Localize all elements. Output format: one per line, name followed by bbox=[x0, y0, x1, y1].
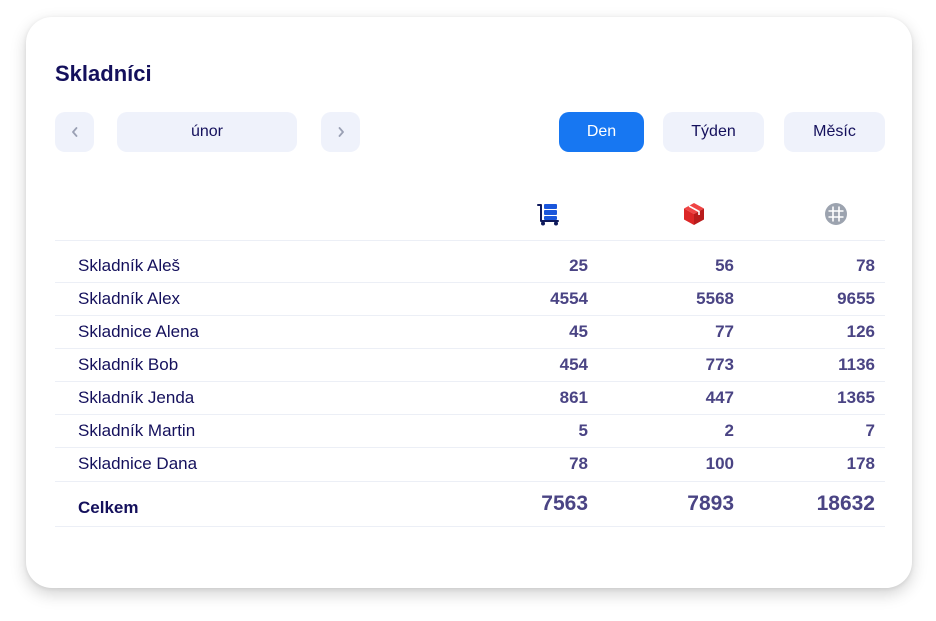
total-row: Celkem 7563 7893 18632 bbox=[55, 483, 885, 527]
value-col1: 454 bbox=[559, 355, 588, 374]
value-col1: 4554 bbox=[550, 289, 588, 308]
value-col2: 56 bbox=[715, 256, 734, 275]
value-col3: 126 bbox=[846, 322, 875, 341]
value-col2: 773 bbox=[705, 355, 734, 374]
period-week-button[interactable]: Týden bbox=[663, 112, 764, 152]
warehouse-workers-card: Skladníci únor Den Týden Měsíc Skladník … bbox=[26, 17, 912, 588]
total-label: Celkem bbox=[78, 498, 139, 517]
value-col2: 447 bbox=[705, 388, 734, 407]
value-col3: 7 bbox=[865, 421, 875, 440]
worker-name: Skladnice Alena bbox=[78, 322, 199, 341]
worker-name: Skladník Alex bbox=[78, 289, 181, 308]
value-col1: 861 bbox=[559, 388, 588, 407]
value-col2: 5568 bbox=[696, 289, 734, 308]
table-row: Skladník Alex 4554 5568 9655 bbox=[55, 282, 885, 315]
table-row: Skladník Martin 5 2 7 bbox=[55, 414, 885, 447]
value-col1: 5 bbox=[578, 421, 588, 440]
value-col1: 78 bbox=[569, 454, 588, 473]
red-package-icon bbox=[681, 201, 707, 227]
table-row: Skladnice Alena 45 77 126 bbox=[55, 315, 885, 348]
value-col2: 77 bbox=[715, 322, 734, 341]
value-col2: 100 bbox=[705, 454, 734, 473]
header-divider bbox=[55, 240, 885, 241]
total-col2: 7893 bbox=[687, 492, 734, 515]
value-col3: 1136 bbox=[838, 355, 875, 374]
worker-name: Skladník Martin bbox=[78, 421, 196, 440]
chevron-left-icon bbox=[71, 127, 77, 137]
page-title: Skladníci bbox=[55, 61, 152, 86]
table-row: Skladnice Dana 78 100 178 bbox=[55, 447, 885, 480]
table-bottom-divider bbox=[55, 526, 885, 527]
value-col3: 178 bbox=[846, 454, 875, 473]
table-row: Skladník Jenda 861 447 1365 bbox=[55, 381, 885, 414]
period-month-button[interactable]: Měsíc bbox=[784, 112, 885, 152]
value-col3: 78 bbox=[856, 256, 875, 275]
table-row: Skladník Aleš 25 56 78 bbox=[55, 249, 885, 282]
trolley-boxes-icon bbox=[535, 201, 561, 227]
table-row: Skladník Bob 454 773 1136 bbox=[55, 348, 885, 381]
value-col1: 45 bbox=[569, 322, 588, 341]
globe-icon bbox=[823, 201, 849, 227]
worker-name: Skladnice Dana bbox=[78, 454, 198, 473]
value-col1: 25 bbox=[569, 256, 588, 275]
row-divider bbox=[55, 481, 885, 482]
chevron-right-icon bbox=[338, 127, 344, 137]
period-day-button[interactable]: Den bbox=[559, 112, 644, 152]
month-selector[interactable]: únor bbox=[117, 112, 297, 152]
value-col3: 9655 bbox=[837, 289, 875, 308]
total-col3: 18632 bbox=[816, 492, 875, 515]
value-col3: 1365 bbox=[837, 388, 875, 407]
next-month-button[interactable] bbox=[321, 112, 360, 152]
previous-month-button[interactable] bbox=[55, 112, 94, 152]
column-header-icons bbox=[55, 201, 885, 227]
worker-name: Skladník Bob bbox=[78, 355, 179, 374]
worker-name: Skladník Aleš bbox=[78, 256, 181, 275]
worker-name: Skladník Jenda bbox=[78, 388, 195, 407]
value-col2: 2 bbox=[724, 421, 734, 440]
total-col1: 7563 bbox=[541, 492, 588, 515]
